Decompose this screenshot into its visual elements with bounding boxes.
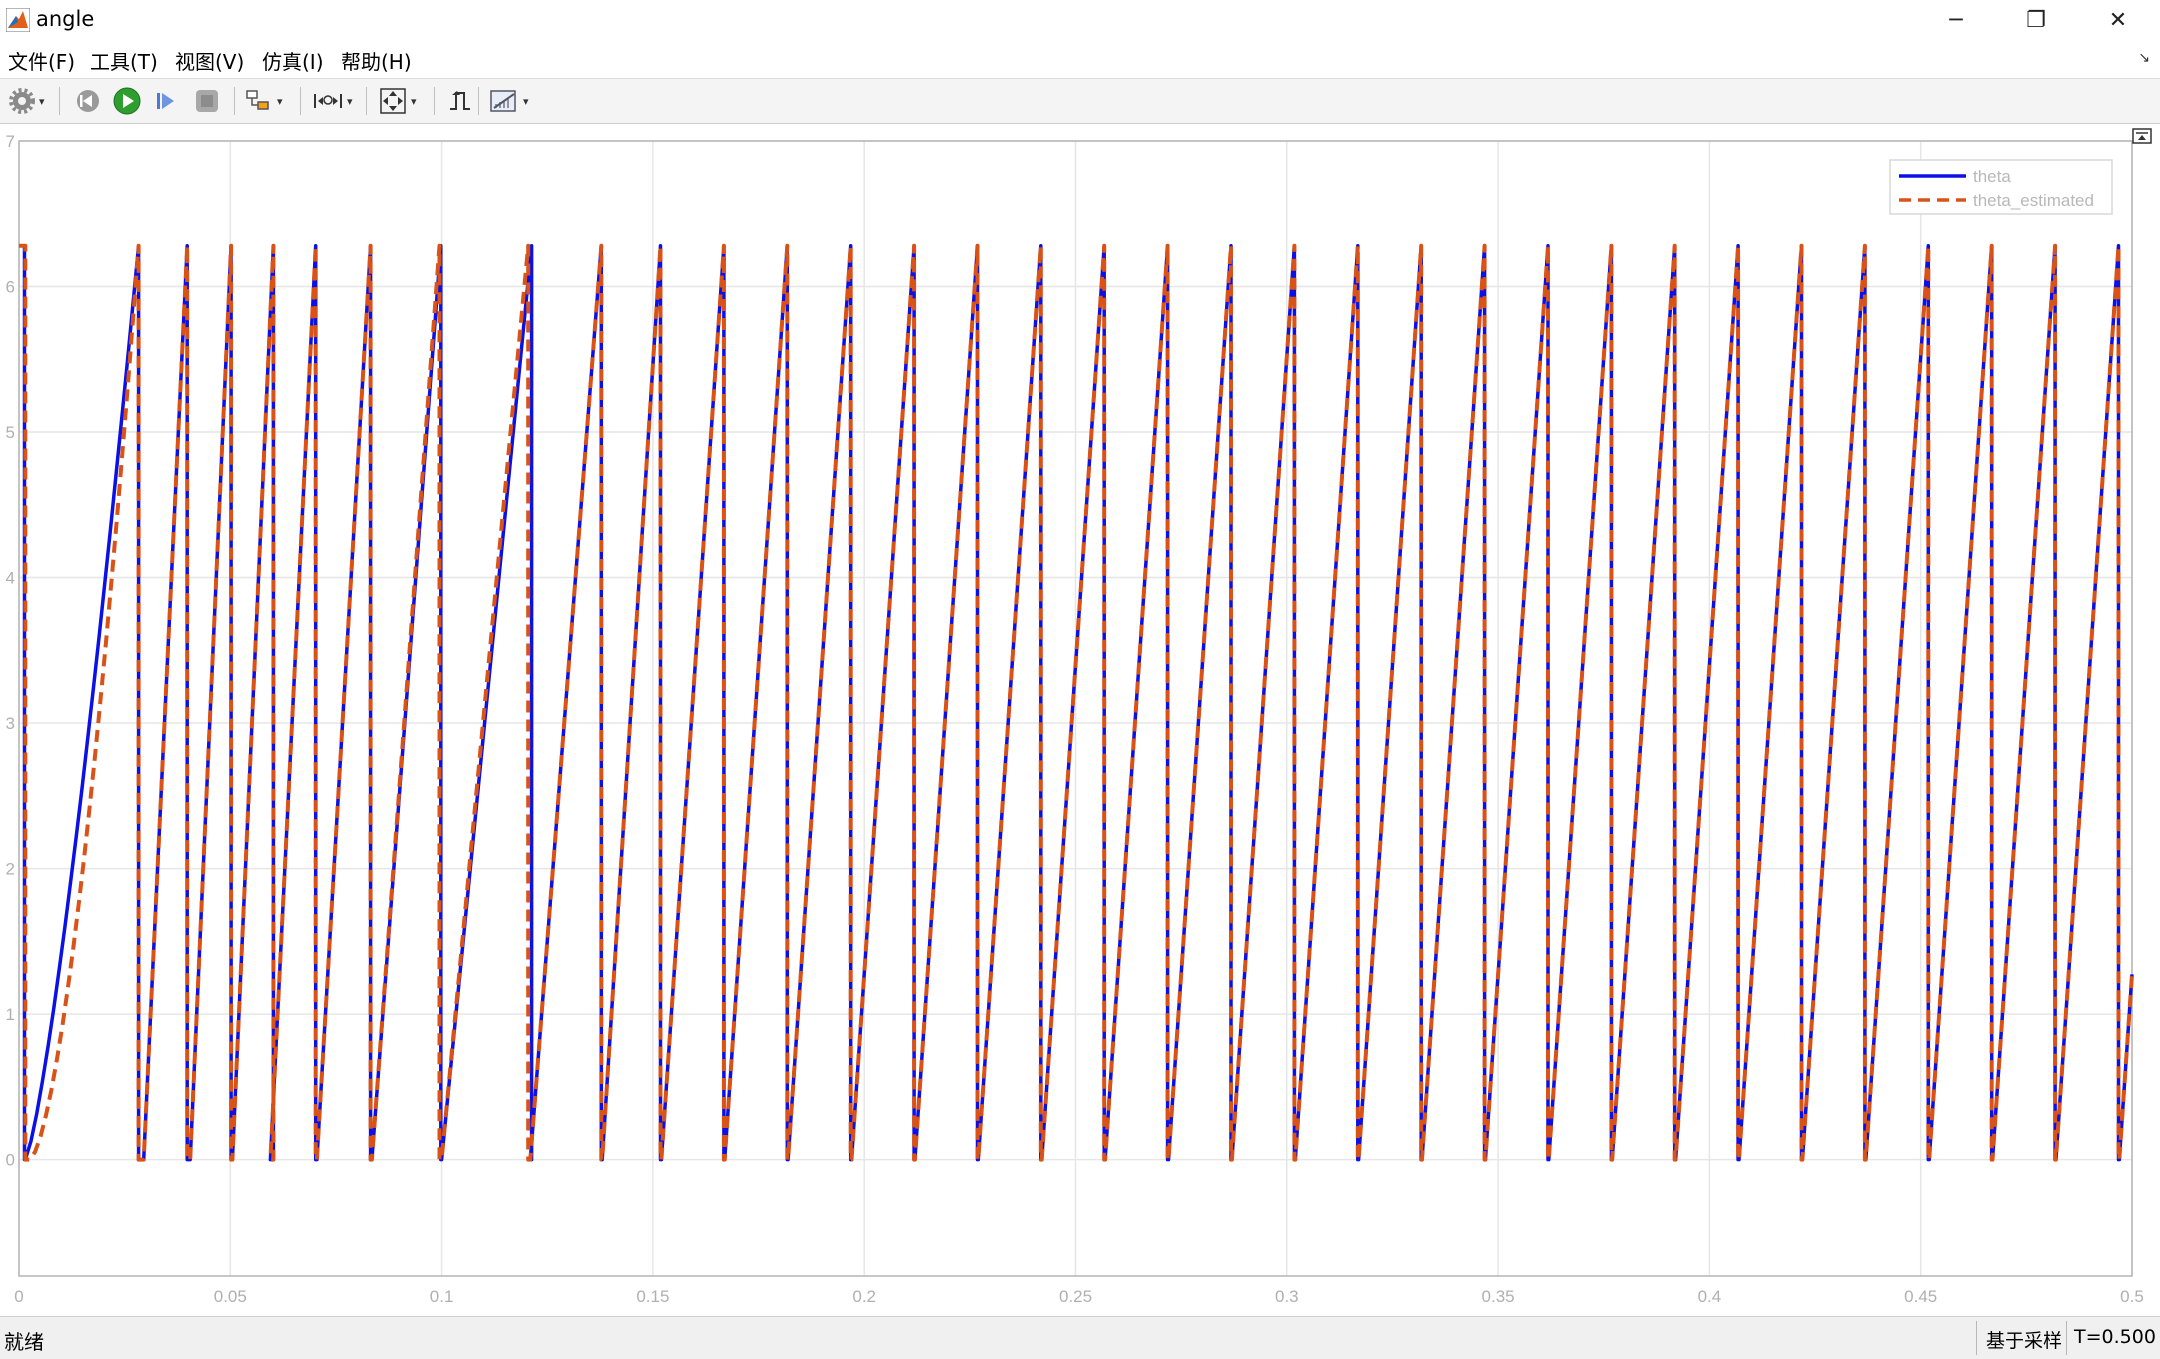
rewind-button[interactable] — [72, 84, 102, 118]
settings-button[interactable]: ▾ — [8, 84, 45, 118]
x-tick-label: 0.25 — [1059, 1287, 1092, 1306]
y-tick-label: 7 — [6, 132, 15, 151]
fit-to-view-icon — [380, 88, 406, 114]
x-tick-label: 0.5 — [2120, 1287, 2144, 1306]
run-icon — [113, 87, 141, 115]
x-tick-label: 0.35 — [1482, 1287, 1515, 1306]
chevron-down-icon: ▾ — [523, 94, 529, 108]
step-forward-button[interactable] — [153, 84, 181, 118]
stop-button[interactable] — [193, 84, 221, 118]
scope-chart[interactable]: 0 0.05 0.1 0.15 0.2 0.25 0.3 0.35 0.4 0.45 0.5 0 1 2 3… — [0, 124, 2160, 1316]
toolbar-separator — [300, 87, 301, 115]
y-tick-label: 1 — [6, 1005, 15, 1024]
run-button[interactable] — [112, 84, 142, 118]
x-tick-label: 0.2 — [852, 1287, 876, 1306]
legend-entry-label: theta_estimated — [1973, 191, 2094, 210]
rewind-icon — [77, 90, 99, 112]
zoom-x-icon — [314, 94, 342, 108]
status-sim-time: T=0.500 — [2074, 1326, 2156, 1348]
x-tick-label: 0.1 — [430, 1287, 454, 1306]
undock-arrow-icon[interactable]: ↘ — [2138, 50, 2150, 66]
measurements-icon — [490, 90, 516, 112]
x-tick-label: 0.05 — [214, 1287, 247, 1306]
y-tick-label: 3 — [6, 714, 15, 733]
x-tick-label: 0.15 — [636, 1287, 669, 1306]
toolbar-separator — [366, 87, 367, 115]
y-tick-label: 6 — [6, 278, 15, 297]
measurements-button[interactable]: ▾ — [488, 84, 529, 118]
chevron-down-icon: ▾ — [411, 94, 417, 108]
x-tick-label: 0.45 — [1904, 1287, 1937, 1306]
y-tick-label: 2 — [6, 860, 15, 879]
title-bar: angle ─ ❐ ✕ — [0, 0, 2160, 40]
status-divider — [1976, 1321, 1977, 1355]
zoom-x-button[interactable]: ▾ — [312, 84, 353, 118]
window-title: angle — [36, 7, 95, 31]
menu-tools[interactable]: 工具(T) — [90, 46, 158, 75]
x-tick-label: 0.4 — [1698, 1287, 1722, 1306]
y-tick-label: 4 — [6, 569, 15, 588]
menu-file[interactable]: 文件(F) — [8, 46, 75, 75]
highlight-block-button[interactable]: ▾ — [244, 84, 283, 118]
minimize-button[interactable]: ─ — [1924, 0, 1988, 40]
menu-help[interactable]: 帮助(H) — [341, 46, 412, 75]
scope-plot-area: 0 0.05 0.1 0.15 0.2 0.25 0.3 0.35 0.4 0.45 0.5 0 1 2 3… — [0, 124, 2160, 1316]
close-button[interactable]: ✕ — [2086, 0, 2150, 40]
triggers-button[interactable] — [446, 84, 474, 118]
y-tick-label: 0 — [6, 1151, 15, 1170]
chevron-down-icon: ▾ — [347, 94, 353, 108]
x-tick-label: 0.3 — [1275, 1287, 1299, 1306]
menu-simulation[interactable]: 仿真(I) — [262, 46, 324, 75]
step-forward-icon — [157, 93, 174, 109]
status-sample-mode: 基于采样 — [1986, 1330, 2063, 1352]
stop-icon — [196, 90, 218, 112]
toolbar-separator — [478, 87, 479, 115]
matlab-logo-icon — [6, 8, 30, 32]
legend[interactable]: theta theta_estimated — [1889, 159, 2113, 215]
x-tick-label: 0 — [14, 1287, 23, 1306]
legend-entry-label: theta — [1973, 167, 2011, 186]
chevron-down-icon: ▾ — [39, 94, 45, 108]
status-divider — [2066, 1321, 2067, 1355]
status-bar: 就绪 基于采样 T=0.500 — [0, 1316, 2160, 1359]
menu-view[interactable]: 视图(V) — [175, 46, 244, 75]
y-tick-label: 5 — [6, 423, 15, 442]
toolbar-separator — [234, 87, 235, 115]
triggers-icon — [450, 91, 470, 110]
chevron-down-icon: ▾ — [277, 94, 283, 108]
gear-icon — [9, 88, 35, 114]
toolbar-separator — [434, 87, 435, 115]
menu-bar: 文件(F) 工具(T) 视图(V) 仿真(I) 帮助(H) ↘ — [0, 40, 2160, 79]
toolbar-separator — [59, 87, 60, 115]
toolbar: ▾ ▾ ▾ ▾ ▾ — [0, 79, 2160, 124]
maximize-button[interactable]: ❐ — [2004, 0, 2068, 40]
restore-axes-icon[interactable] — [2132, 128, 2152, 144]
status-ready-text: 就绪 — [4, 1330, 44, 1354]
highlight-block-icon — [246, 90, 269, 110]
fit-to-view-button[interactable]: ▾ — [378, 84, 417, 118]
